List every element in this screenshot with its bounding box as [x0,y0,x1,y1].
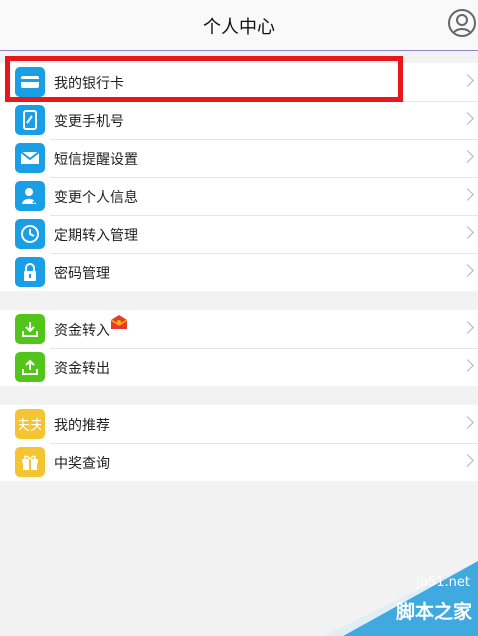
chevron-right-icon [461,359,474,372]
chevron-right-icon [461,416,474,429]
funds-group: 资金转入 资金转出 [0,310,478,386]
menu-item-funds-in[interactable]: 资金转入 [0,310,478,348]
menu-item-label: 定期转入管理 [54,228,138,244]
chevron-right-icon [461,226,474,239]
menu-item-prize-query[interactable]: 中奖查询 [0,443,478,481]
download-tray-icon [15,314,45,344]
menu-item-label: 资金转出 [54,361,110,377]
watermark: jb51.net 脚本之家 [323,561,478,636]
chevron-right-icon [461,112,474,125]
page-title: 个人中心 [203,17,275,38]
header-bar: 个人中心 [0,0,478,51]
rewards-group: 夫夫 我的推荐 中奖查询 [0,405,478,481]
menu-item-label: 资金转入 [54,323,110,339]
lock-icon [15,257,45,287]
watermark-url: jb51.net [416,575,470,590]
watermark-name: 脚本之家 [395,601,472,623]
envelope-icon [15,143,45,173]
svg-text:夫夫: 夫夫 [19,418,41,434]
clock-icon [15,219,45,249]
menu-item-label: 变更手机号 [54,114,124,130]
upload-tray-icon [15,352,45,382]
menu-item-label: 密码管理 [54,266,110,282]
gift-icon [15,447,45,477]
chevron-right-icon [461,150,474,163]
red-envelope-icon [110,314,128,330]
menu-item-personal-info[interactable]: 变更个人信息 [0,177,478,215]
menu-item-label: 短信提醒设置 [54,152,138,168]
people-icon: 夫夫 [15,409,45,439]
menu-item-password[interactable]: 密码管理 [0,253,478,291]
chevron-right-icon [461,74,474,87]
user-avatar-icon[interactable] [448,9,476,37]
menu-item-my-referrals[interactable]: 夫夫 我的推荐 [0,405,478,443]
menu-item-label: 中奖查询 [54,456,110,472]
chevron-right-icon [461,264,474,277]
menu-item-label: 我的推荐 [54,418,110,434]
highlight-box [5,56,403,102]
menu-item-sms-settings[interactable]: 短信提醒设置 [0,139,478,177]
chevron-right-icon [461,188,474,201]
menu-item-funds-out[interactable]: 资金转出 [0,348,478,386]
menu-item-scheduled-transfer[interactable]: 定期转入管理 [0,215,478,253]
menu-item-change-phone[interactable]: 变更手机号 [0,101,478,139]
chevron-right-icon [461,454,474,467]
menu-item-label: 变更个人信息 [54,190,138,206]
chevron-right-icon [461,321,474,334]
user-edit-icon [15,181,45,211]
phone-edit-icon [15,105,45,135]
